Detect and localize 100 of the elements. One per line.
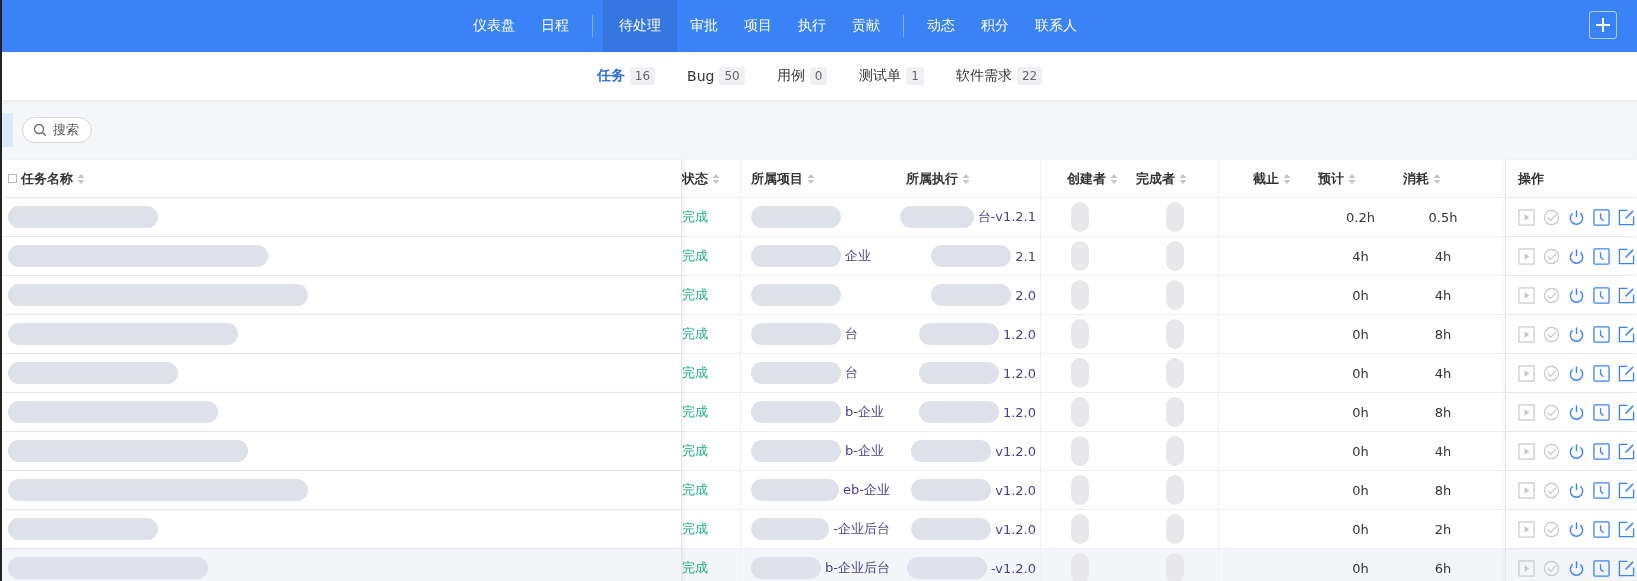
sort-icon[interactable] xyxy=(712,172,720,185)
nav-tab[interactable]: 项目 xyxy=(731,0,785,52)
nav-tab[interactable]: 日程 xyxy=(528,0,582,52)
table-cell: 0h xyxy=(1352,404,1369,420)
project-link[interactable]: b-企业 xyxy=(845,442,884,460)
status-text: 完成 xyxy=(682,247,708,265)
edit-icon[interactable] xyxy=(1618,364,1635,382)
sort-icon[interactable] xyxy=(1348,172,1356,185)
clock-icon[interactable] xyxy=(1593,559,1610,577)
project-link[interactable]: 台 xyxy=(845,364,858,382)
table-cell: 4h xyxy=(1434,443,1452,459)
execution-link[interactable]: 1.2.0 xyxy=(1002,365,1036,381)
clock-icon[interactable] xyxy=(1593,286,1610,304)
column-header[interactable]: 预计 xyxy=(1318,169,1344,188)
execution-link[interactable]: -v1.2.0 xyxy=(990,560,1036,576)
execution-link[interactable]: 2.1 xyxy=(1015,248,1036,264)
table-cell: 0h xyxy=(1352,482,1369,498)
nav-tab[interactable]: 审批 xyxy=(677,0,731,52)
execution-link[interactable]: v1.2.0 xyxy=(995,482,1036,498)
project-link[interactable]: eb-企业 xyxy=(843,481,890,499)
project-link[interactable]: b-企业 xyxy=(845,403,884,421)
sort-icon[interactable] xyxy=(77,172,85,185)
column-header[interactable]: 任务名称 xyxy=(21,169,73,188)
nav-tab[interactable]: 待处理 xyxy=(603,0,677,52)
sub-tab[interactable]: 用例 0 xyxy=(776,67,828,85)
table-cell: 4h xyxy=(1352,248,1369,264)
sort-icon[interactable] xyxy=(1433,172,1441,185)
power-icon[interactable] xyxy=(1568,481,1585,499)
expand-icon[interactable] xyxy=(8,174,17,183)
execution-link[interactable]: 1.2.0 xyxy=(1002,326,1036,342)
clock-icon[interactable] xyxy=(1593,247,1610,265)
execution-link[interactable]: 1.2.0 xyxy=(1002,404,1036,420)
execution-link[interactable]: v1.2.0 xyxy=(995,443,1036,459)
edit-icon[interactable] xyxy=(1618,325,1635,343)
column-header[interactable]: 状态 xyxy=(682,169,708,188)
edit-icon[interactable] xyxy=(1618,403,1635,421)
project-link[interactable]: 企业 xyxy=(845,247,871,265)
nav-tab[interactable]: 贡献 xyxy=(839,0,893,52)
clock-icon[interactable] xyxy=(1593,364,1610,382)
clock-icon[interactable] xyxy=(1593,208,1610,226)
execution-link[interactable]: v1.2.0 xyxy=(995,521,1036,537)
power-icon[interactable] xyxy=(1568,559,1585,577)
search-button[interactable]: 搜索 xyxy=(22,117,92,143)
column-header[interactable]: 创建者 xyxy=(1067,169,1106,188)
sort-icon[interactable] xyxy=(1179,172,1187,185)
table-cell: 0h xyxy=(1352,560,1369,576)
sub-tab[interactable]: 软件需求 22 xyxy=(955,67,1043,85)
search-icon xyxy=(33,123,47,137)
sort-icon[interactable] xyxy=(1110,172,1118,185)
clock-icon[interactable] xyxy=(1593,481,1610,499)
power-icon[interactable] xyxy=(1568,442,1585,460)
project-link[interactable]: 台 xyxy=(845,325,858,343)
status-text: 完成 xyxy=(682,481,708,499)
edit-icon[interactable] xyxy=(1618,208,1635,226)
clock-icon[interactable] xyxy=(1593,403,1610,421)
table-cell: 0.5h xyxy=(1428,209,1458,225)
sort-icon[interactable] xyxy=(1283,172,1291,185)
project-link[interactable]: -企业后台 xyxy=(833,520,890,538)
power-icon[interactable] xyxy=(1568,520,1585,538)
edit-icon[interactable] xyxy=(1618,247,1635,265)
power-icon[interactable] xyxy=(1568,247,1585,265)
table-cell: 0h xyxy=(1352,443,1369,459)
table-cell: 0h xyxy=(1352,521,1369,537)
clock-icon[interactable] xyxy=(1593,325,1610,343)
clock-icon[interactable] xyxy=(1593,520,1610,538)
sort-icon[interactable] xyxy=(807,172,815,185)
column-header[interactable]: 所属执行 xyxy=(906,169,958,188)
sort-icon[interactable] xyxy=(962,172,970,185)
nav-tab[interactable]: 动态 xyxy=(914,0,968,52)
nav-tab[interactable]: 执行 xyxy=(785,0,839,52)
column-header[interactable]: 消耗 xyxy=(1403,169,1429,188)
edit-icon[interactable] xyxy=(1618,559,1635,577)
status-text: 完成 xyxy=(682,403,708,421)
execution-link[interactable]: 2.0 xyxy=(1015,287,1036,303)
column-header[interactable]: 截止 xyxy=(1253,169,1279,188)
column-header: 操作 xyxy=(1518,169,1544,188)
table-cell: 4h xyxy=(1434,248,1452,264)
sub-tab[interactable]: 任务 16 xyxy=(596,67,656,85)
edit-icon[interactable] xyxy=(1618,481,1635,499)
nav-tab[interactable]: 仪表盘 xyxy=(460,0,528,52)
power-icon[interactable] xyxy=(1568,208,1585,226)
add-button[interactable] xyxy=(1589,11,1617,39)
power-icon[interactable] xyxy=(1568,364,1585,382)
power-icon[interactable] xyxy=(1568,403,1585,421)
sub-tab[interactable]: Bug 50 xyxy=(687,67,745,85)
clock-icon[interactable] xyxy=(1593,442,1610,460)
edit-icon[interactable] xyxy=(1618,520,1635,538)
edit-icon[interactable] xyxy=(1618,442,1635,460)
nav-tab[interactable]: 积分 xyxy=(968,0,1022,52)
project-link[interactable]: b-企业后台 xyxy=(825,559,890,577)
edit-icon[interactable] xyxy=(1618,286,1635,304)
status-text: 完成 xyxy=(682,442,708,460)
execution-link[interactable]: 台-v1.2.1 xyxy=(977,208,1036,226)
column-header[interactable]: 完成者 xyxy=(1136,169,1175,188)
column-header[interactable]: 所属项目 xyxy=(751,169,803,188)
sub-tab[interactable]: 测试单 1 xyxy=(859,67,924,85)
nav-tab[interactable]: 联系人 xyxy=(1022,0,1090,52)
power-icon[interactable] xyxy=(1568,286,1585,304)
table-cell: 4h xyxy=(1434,365,1452,381)
power-icon[interactable] xyxy=(1568,325,1585,343)
